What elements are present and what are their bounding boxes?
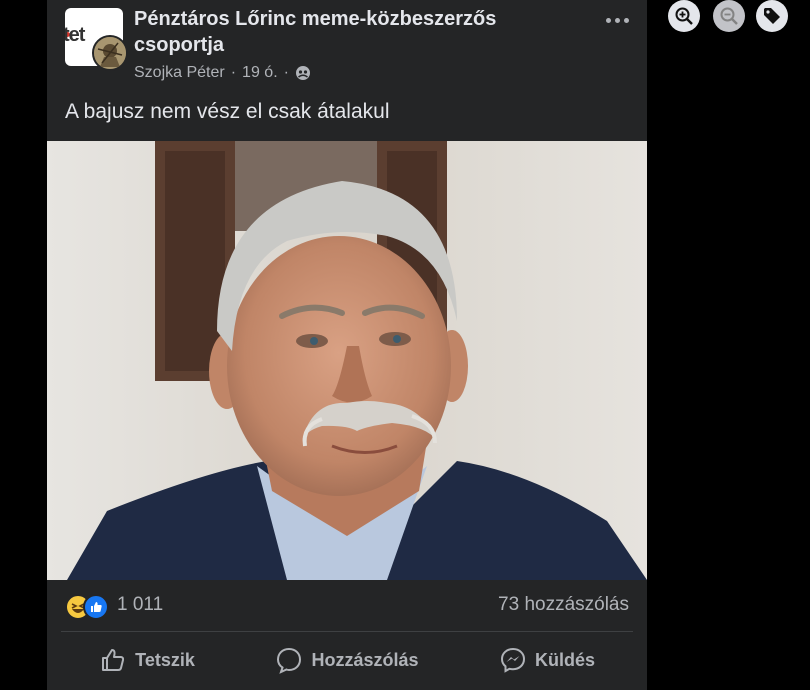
zoom-in-icon[interactable] [668,0,700,32]
post-photo[interactable] [47,141,647,580]
messenger-icon [500,647,525,673]
post-card: tet Pénztáros Lőrinc meme-közbeszerzős c… [47,0,647,690]
group-logo-text: tet [65,24,85,46]
meta-separator: · [283,64,289,81]
author-avatar[interactable] [92,35,128,71]
send-button[interactable]: Küldés [447,635,647,685]
group-name-link[interactable]: Pénztáros Lőrinc meme-közbeszerzős csopo… [134,6,574,58]
viewer-toolbar [668,0,798,34]
post-meta: Szojka Péter · 19 ó. · [134,64,311,82]
reaction-icons[interactable] [65,594,111,620]
post-header: tet Pénztáros Lőrinc meme-közbeszerzős c… [47,0,647,95]
author-name-link[interactable]: Szojka Péter [134,64,225,82]
author-avatar-image [94,37,126,69]
group-audience-icon [295,66,310,80]
comment-count[interactable]: 73 hozzászólás [498,594,629,616]
divider [61,631,633,632]
post-time-link[interactable]: 19 ó. [242,64,278,82]
portrait-photo [47,141,647,580]
tag-icon[interactable] [756,0,788,32]
meta-separator: · [230,64,237,81]
like-reaction-icon [83,594,109,620]
reaction-count[interactable]: 1 011 [117,594,163,616]
comment-button[interactable]: Hozzászólás [247,635,447,685]
zoom-out-icon[interactable] [713,0,745,32]
reaction-bar: 1 011 73 hozzászólás [47,580,647,630]
comment-bubble-icon [277,647,302,674]
more-options-icon[interactable] [602,10,632,30]
action-bar: Tetszik Hozzászólás Küldés [47,635,647,685]
like-label: Tetszik [135,649,195,670]
like-button[interactable]: Tetszik [47,635,247,685]
thumbs-up-icon [102,649,125,671]
send-label: Küldés [534,649,595,670]
post-text: A bajusz nem vész el csak átalakul [65,100,390,123]
comment-label: Hozzászólás [311,649,419,670]
